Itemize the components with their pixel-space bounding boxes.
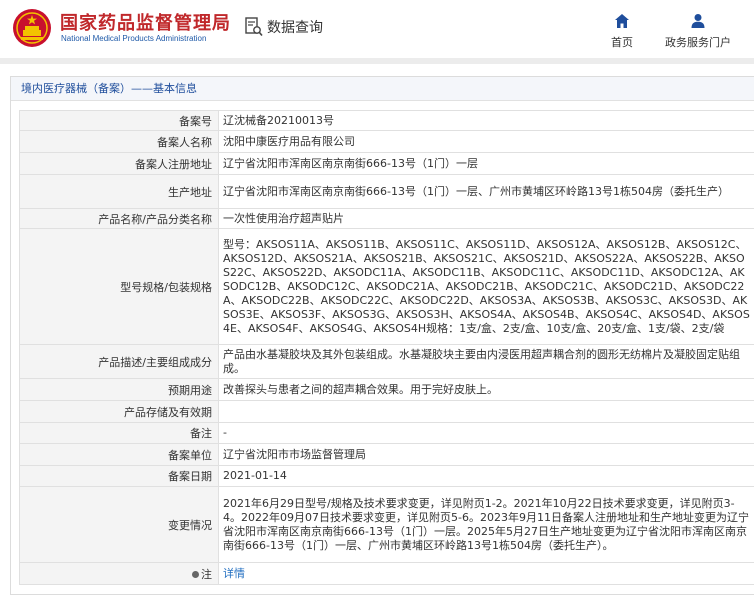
field-value-remark: -: [218, 422, 754, 444]
table-row: 备案日期 2021-01-14: [19, 465, 754, 487]
nav-service-portal-label: 政务服务门户: [665, 36, 731, 49]
field-value-record-no: 辽沈械备20210013号: [218, 110, 754, 131]
field-label: 备案单位: [19, 443, 219, 466]
field-value-changes: 2021年6月29日型号/规格及技术要求变更，详见附页1-2。2021年10月2…: [218, 486, 754, 563]
field-label: 产品描述/主要组成成分: [19, 344, 219, 379]
field-value-filer-name: 沈阳中康医疗用品有限公司: [218, 130, 754, 153]
brand-name-en: National Medical Products Administration: [61, 34, 207, 43]
table-row: 备案单位 辽宁省沈阳市市场监督管理局: [19, 443, 754, 466]
table-row: 备案人注册地址 辽宁省沈阳市浑南区南京南街666-13号（1门）一层: [19, 152, 754, 175]
field-value-filing-date: 2021-01-14: [218, 465, 754, 487]
brand-name-cn: 国家药品监督管理局: [60, 13, 231, 34]
field-label: 备注: [19, 422, 219, 444]
user-icon: [691, 14, 705, 28]
table-row: 预期用途 改善探头与患者之间的超声耦合效果。用于完好皮肤上。: [19, 378, 754, 401]
table-row: 产品存储及有效期: [19, 400, 754, 423]
field-label: 产品存储及有效期: [19, 400, 219, 423]
field-label: 备案人注册地址: [19, 152, 219, 175]
field-value-intended-use: 改善探头与患者之间的超声耦合效果。用于完好皮肤上。: [218, 378, 754, 401]
table-row: 备案号 辽沈械备20210013号: [19, 110, 754, 131]
field-label: 备案人名称: [19, 130, 219, 153]
field-value-storage: [218, 400, 754, 423]
nav-home[interactable]: 首页: [582, 12, 662, 50]
field-label: 预期用途: [19, 378, 219, 401]
header-divider: [0, 58, 754, 64]
field-value-models: 型号：AKSOS11A、AKSOS11B、AKSOS11C、AKSOS11D、A…: [218, 228, 754, 345]
field-label: 变更情况: [19, 486, 219, 563]
document-search-icon: [245, 17, 263, 37]
pin-icon: [192, 570, 199, 578]
field-value-note: 详情: [218, 562, 754, 585]
field-label: 备案日期: [19, 465, 219, 487]
detail-panel: 境内医疗器械（备案）——基本信息 备案号 辽沈械备20210013号 备案人名称…: [10, 76, 754, 595]
field-value-production-address: 辽宁省沈阳市浑南区南京南街666-13号（1门）一层、广州市黄埔区环岭路13号1…: [218, 174, 754, 209]
table-row: 备注 -: [19, 422, 754, 444]
table-row: 变更情况 2021年6月29日型号/规格及技术要求变更，详见附页1-2。2021…: [19, 486, 754, 563]
table-row: 产品名称/产品分类名称 一次性使用治疗超声贴片: [19, 208, 754, 229]
field-value-description: 产品由水基凝胶块及其外包装组成。水基凝胶块主要由内浸医用超声耦合剂的圆形无纺棉片…: [218, 344, 754, 379]
table-row: 备案人名称 沈阳中康医疗用品有限公司: [19, 130, 754, 153]
national-emblem-icon: [13, 9, 51, 47]
table-row: 注 详情: [19, 562, 754, 585]
table-row: 产品描述/主要组成成分 产品由水基凝胶块及其外包装组成。水基凝胶块主要由内浸医用…: [19, 344, 754, 379]
data-query-title: 数据查询: [245, 15, 323, 39]
site-header: 国家药品监督管理局 National Medical Products Admi…: [0, 0, 754, 58]
field-label: 型号规格/包装规格: [19, 228, 219, 345]
field-value-product-name: 一次性使用治疗超声贴片: [218, 208, 754, 229]
field-label: 生产地址: [19, 174, 219, 209]
table-row: 生产地址 辽宁省沈阳市浑南区南京南街666-13号（1门）一层、广州市黄埔区环岭…: [19, 174, 754, 209]
field-label: 产品名称/产品分类名称: [19, 208, 219, 229]
detail-table: 备案号 辽沈械备20210013号 备案人名称 沈阳中康医疗用品有限公司 备案人…: [19, 110, 754, 585]
field-label-note: 注: [19, 562, 219, 585]
home-icon: [615, 14, 629, 28]
field-value-filing-unit: 辽宁省沈阳市市场监督管理局: [218, 443, 754, 466]
table-row: 型号规格/包装规格 型号：AKSOS11A、AKSOS11B、AKSOS11C、…: [19, 228, 754, 345]
field-value-filer-address: 辽宁省沈阳市浑南区南京南街666-13号（1门）一层: [218, 152, 754, 175]
details-link[interactable]: 详情: [223, 567, 245, 580]
nav-home-label: 首页: [611, 36, 633, 49]
nav-service-portal[interactable]: 政务服务门户: [658, 12, 738, 50]
breadcrumb: 境内医疗器械（备案）——基本信息: [11, 77, 754, 101]
field-label: 备案号: [19, 110, 219, 131]
